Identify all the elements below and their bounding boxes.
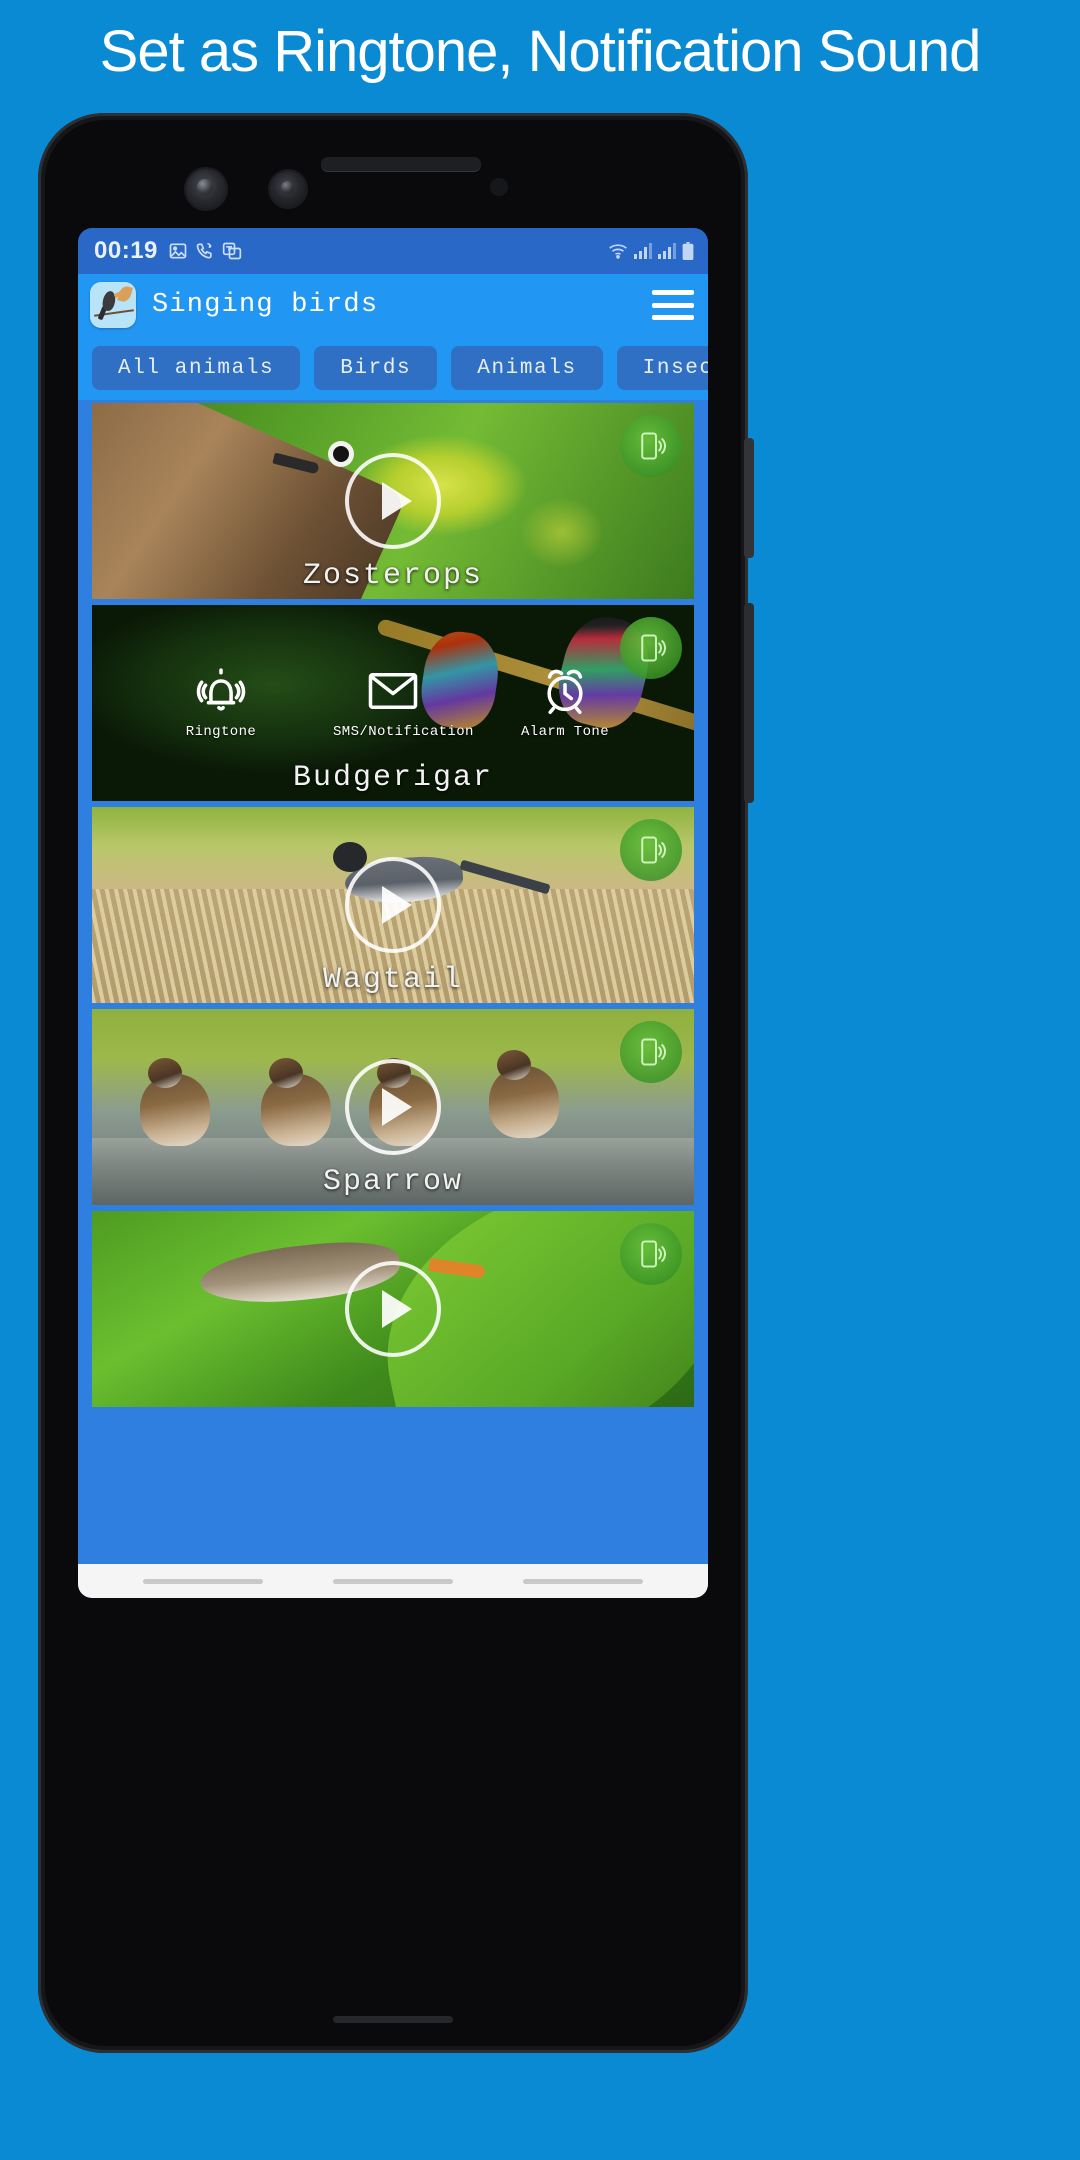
phone-vibrate-icon[interactable] — [620, 1021, 682, 1083]
status-bar-right-icons — [608, 242, 694, 260]
list-item[interactable]: Sparrow — [92, 1009, 694, 1205]
power-button[interactable] — [744, 438, 754, 558]
play-icon[interactable] — [345, 857, 441, 953]
status-bar-left-icons — [168, 241, 242, 261]
bird-app-icon — [90, 282, 136, 328]
filter-chip-insect[interactable]: Insect — [616, 346, 708, 390]
translate-icon — [222, 242, 242, 260]
list-item[interactable] — [92, 1211, 694, 1407]
phone-chin-indicator — [333, 2016, 453, 2023]
sound-list[interactable]: Zosterops Ringtone SMS/Notification Alar… — [78, 400, 708, 1598]
nav-pill-home[interactable] — [333, 1578, 453, 1584]
phone-mockup: 00:19 Singing birds All animals Birds An… — [38, 113, 754, 2053]
nav-pill-back[interactable] — [523, 1578, 643, 1584]
page-root: Set as Ringtone, Notification Sound 00:1… — [0, 0, 1080, 2160]
list-item-title: Zosterops — [302, 559, 484, 593]
action-label: Alarm Tone — [520, 724, 609, 741]
list-item-title: Sparrow — [322, 1165, 464, 1199]
alarm-clock-icon — [505, 662, 625, 720]
app-bar: Singing birds — [78, 274, 708, 336]
earpiece-speaker — [321, 157, 481, 171]
page-headline: Set as Ringtone, Notification Sound — [99, 19, 982, 84]
filter-chip-birds[interactable]: Birds — [314, 346, 438, 390]
list-item[interactable]: Zosterops — [92, 403, 694, 599]
wifi-icon — [609, 244, 627, 259]
play-icon[interactable] — [345, 1261, 441, 1357]
action-alarm-tone[interactable]: Alarm Tone — [505, 662, 625, 740]
action-label: Ringtone — [185, 724, 257, 741]
play-icon[interactable] — [345, 1059, 441, 1155]
action-sms-notification[interactable]: SMS/Notification — [333, 662, 474, 741]
secondary-camera-icon — [270, 171, 306, 207]
phone-vibrate-icon[interactable] — [620, 819, 682, 881]
envelope-icon — [333, 662, 453, 720]
signal-1-icon — [634, 243, 652, 259]
list-item[interactable]: Wagtail — [92, 807, 694, 1003]
phone-vibrate-icon[interactable] — [620, 415, 682, 477]
play-icon[interactable] — [345, 453, 441, 549]
signal-2-icon — [658, 243, 676, 259]
set-as-actions[interactable]: Ringtone SMS/Notification Alarm Tone — [92, 662, 694, 740]
bell-ringing-icon — [161, 662, 281, 720]
missed-call-icon — [196, 242, 212, 259]
list-item[interactable]: Ringtone SMS/Notification Alarm Tone Bud… — [92, 605, 694, 801]
filter-chip-animals[interactable]: Animals — [451, 346, 603, 390]
status-bar-clock: 00:19 — [94, 237, 158, 264]
list-item-title: Wagtail — [322, 963, 464, 997]
list-item-title: Budgerigar — [292, 761, 494, 795]
hamburger-menu-icon[interactable] — [652, 290, 694, 320]
nav-pill-recents[interactable] — [143, 1578, 263, 1584]
action-label: SMS/Notification — [333, 724, 474, 741]
phone-screen: 00:19 Singing birds All animals Birds An… — [78, 228, 708, 1598]
filter-chip-all-animals[interactable]: All animals — [92, 346, 301, 390]
filter-chips-row[interactable]: All animals Birds Animals Insect — [78, 336, 708, 400]
app-title: Singing birds — [152, 290, 379, 320]
proximity-sensor-icon — [490, 178, 508, 196]
battery-icon — [682, 242, 694, 260]
volume-button[interactable] — [744, 603, 754, 803]
image-icon — [169, 243, 187, 259]
front-camera-icon — [186, 169, 226, 209]
android-nav-bar[interactable] — [78, 1564, 708, 1598]
phone-vibrate-icon[interactable] — [620, 1223, 682, 1285]
action-ringtone[interactable]: Ringtone — [161, 662, 281, 740]
status-bar: 00:19 — [78, 228, 708, 274]
